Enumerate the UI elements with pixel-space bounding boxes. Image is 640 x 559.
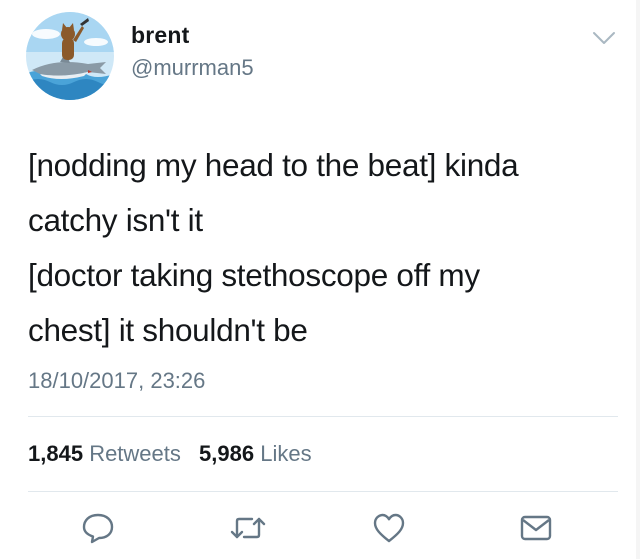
tweet-line: [nodding my head to the beat] kinda: [28, 147, 519, 183]
tweet-line: [doctor taking stethoscope off my: [28, 257, 480, 293]
likes-label[interactable]: Likes: [260, 441, 311, 466]
like-button[interactable]: [371, 510, 407, 546]
display-name[interactable]: brent: [131, 22, 190, 49]
timestamp[interactable]: 18/10/2017, 23:26: [28, 368, 205, 394]
tweet-text: [nodding my head to the beat] kinda catc…: [28, 138, 618, 358]
heart-icon: [373, 513, 405, 543]
divider: [28, 491, 618, 492]
retweets-label[interactable]: Retweets: [89, 441, 181, 466]
speech-bubble-icon: [82, 513, 114, 544]
retweet-button[interactable]: [230, 510, 266, 546]
tweet-line: chest] it shouldn't be: [28, 312, 308, 348]
tweet-stats: 1,845 Retweets 5,986 Likes: [28, 441, 312, 467]
envelope-icon: [520, 515, 552, 541]
scrollbar-track: [636, 0, 640, 559]
retweet-icon: [230, 517, 266, 539]
chevron-down-icon[interactable]: [592, 30, 616, 46]
avatar[interactable]: [26, 12, 114, 100]
retweets-count[interactable]: 1,845: [28, 441, 83, 466]
tweet-line: catchy isn't it: [28, 202, 203, 238]
divider: [28, 416, 618, 417]
reply-button[interactable]: [80, 510, 116, 546]
likes-count[interactable]: 5,986: [199, 441, 254, 466]
message-button[interactable]: [518, 510, 554, 546]
avatar-cat-riding-shark-icon: [26, 12, 114, 100]
user-handle[interactable]: @murrman5: [131, 55, 254, 81]
